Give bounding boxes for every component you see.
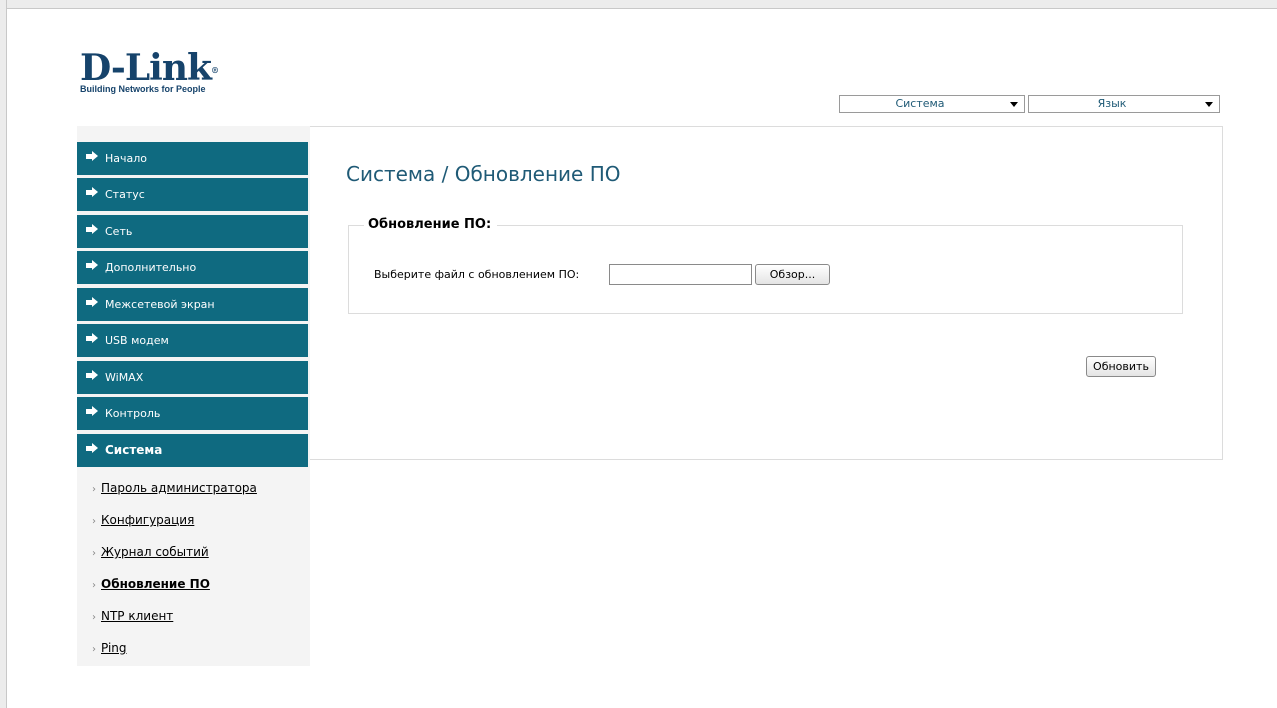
bullet-icon: ›	[92, 484, 96, 495]
logo-reg-mark: ®	[210, 65, 219, 75]
system-select-value: Система	[895, 97, 945, 110]
submenu-item-label: Пароль администратора	[101, 481, 257, 495]
window-frame-top	[0, 0, 1277, 9]
submenu-item-label: Конфигурация	[101, 513, 195, 527]
chevron-down-icon	[1010, 102, 1018, 107]
window-frame-left	[0, 0, 7, 708]
submenu-item-firmware-update[interactable]: › Обновление ПО	[92, 577, 210, 591]
arrow-right-icon	[86, 333, 98, 343]
menu-item-control[interactable]: Контроль	[77, 397, 308, 430]
submenu-item-configuration[interactable]: › Конфигурация	[92, 513, 194, 527]
menu-item-label: Начало	[105, 152, 148, 165]
menu-item-start[interactable]: Начало	[77, 142, 308, 175]
arrow-right-icon	[86, 187, 98, 197]
menu-item-label: Система	[105, 443, 163, 457]
section-title: Обновление ПО:	[364, 217, 498, 232]
update-button[interactable]: Обновить	[1086, 356, 1156, 377]
submenu-item-admin-password[interactable]: › Пароль администратора	[92, 481, 257, 495]
arrow-right-icon	[86, 224, 98, 234]
menu-item-advanced[interactable]: Дополнительно	[77, 251, 308, 284]
arrow-right-icon	[86, 151, 98, 161]
menu-item-firewall[interactable]: Межсетевой экран	[77, 288, 308, 321]
language-select-value: Язык	[1097, 97, 1127, 110]
menu-item-label: USB модем	[105, 334, 169, 347]
submenu-item-label: Обновление ПО	[101, 577, 210, 591]
submenu-item-label: NTP клиент	[101, 609, 174, 623]
bullet-icon: ›	[92, 612, 96, 623]
menu-item-label: Межсетевой экран	[105, 298, 215, 311]
submenu-item-event-log[interactable]: › Журнал событий	[92, 545, 209, 559]
menu-item-usb-modem[interactable]: USB модем	[77, 324, 308, 357]
menu-item-label: Статус	[105, 188, 145, 201]
menu-item-wimax[interactable]: WiMAX	[77, 361, 308, 394]
file-label: Выберите файл с обновлением ПО:	[374, 268, 580, 281]
menu-item-label: Сеть	[105, 225, 133, 238]
bullet-icon: ›	[92, 580, 96, 591]
menu-item-status[interactable]: Статус	[77, 178, 308, 211]
file-path-input[interactable]	[609, 264, 752, 285]
browse-button[interactable]: Обзор...	[755, 264, 830, 285]
chevron-down-icon	[1205, 102, 1213, 107]
menu-item-label: Дополнительно	[105, 261, 197, 274]
submenu-item-label: Ping	[101, 641, 127, 655]
logo-name: D-Link	[80, 47, 212, 89]
arrow-right-icon	[86, 297, 98, 307]
menu-item-label: Контроль	[105, 407, 161, 420]
menu-item-system[interactable]: Система	[77, 434, 308, 467]
submenu-item-label: Журнал событий	[101, 545, 209, 559]
system-select[interactable]: Система	[839, 95, 1025, 113]
bullet-icon: ›	[92, 644, 96, 655]
dlink-logo: D-Link® Building Networks for People	[80, 47, 219, 94]
menu-item-network[interactable]: Сеть	[77, 215, 308, 248]
submenu-item-ping[interactable]: › Ping	[92, 641, 127, 655]
page-title: Система / Обновление ПО	[346, 162, 621, 186]
bullet-icon: ›	[92, 516, 96, 527]
arrow-right-icon	[86, 406, 98, 416]
logo-tagline: Building Networks for People	[80, 84, 206, 94]
arrow-right-icon	[86, 443, 98, 453]
arrow-right-icon	[86, 260, 98, 270]
bullet-icon: ›	[92, 548, 96, 559]
menu-item-label: WiMAX	[105, 371, 144, 384]
arrow-right-icon	[86, 370, 98, 380]
submenu-item-ntp-client[interactable]: › NTP клиент	[92, 609, 173, 623]
language-select[interactable]: Язык	[1028, 95, 1220, 113]
